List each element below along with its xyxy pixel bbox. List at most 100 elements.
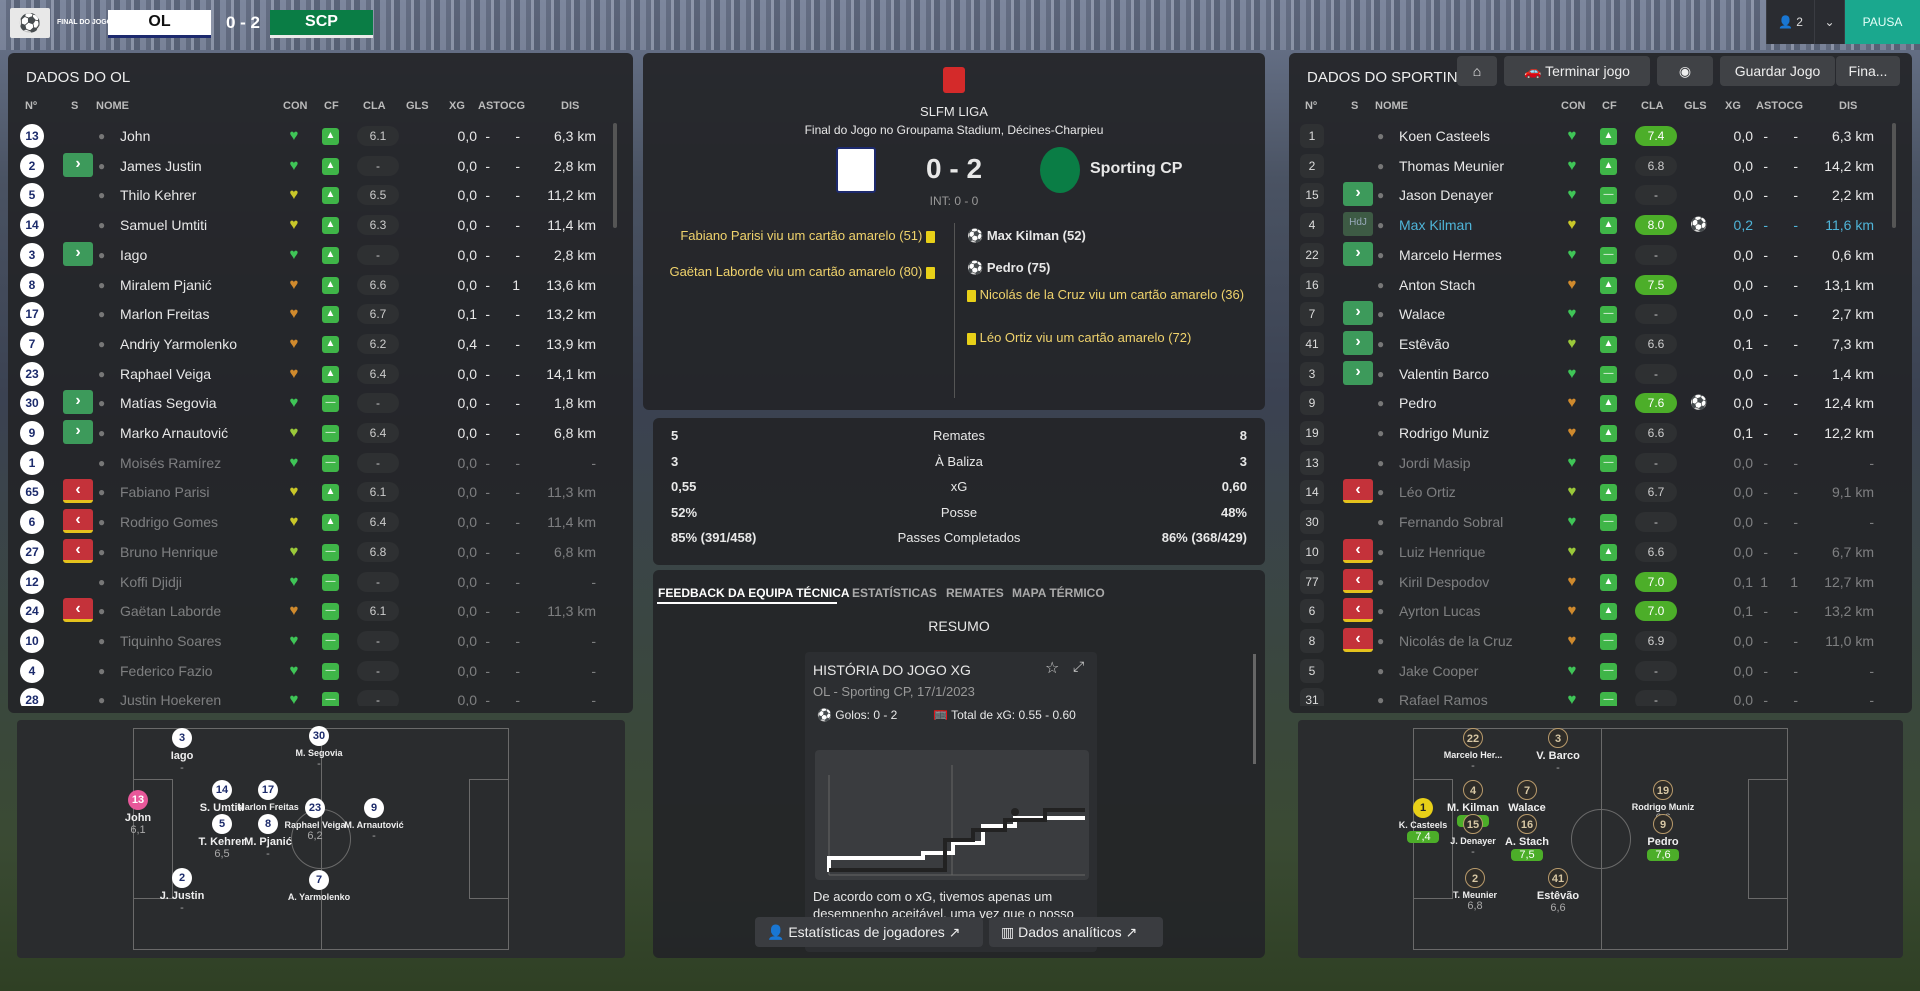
column-header-ocg[interactable]: OCG <box>1778 100 1803 112</box>
table-row[interactable]: 3 › ● Valentin Barco ♥ — -0,0- -1,4 km <box>1289 359 1912 389</box>
player-name[interactable]: Anton Stach <box>1399 277 1475 293</box>
player-name[interactable]: Miralem Pjanić <box>120 277 212 293</box>
table-row[interactable]: 28 ● Justin Hoekeren ♥ — -0,0- - - <box>8 685 633 706</box>
player-name[interactable]: John <box>120 128 150 144</box>
player-stats-button[interactable]: 👤 Estatísticas de jogadores ↗ <box>755 917 983 947</box>
player-name[interactable]: Rodrigo Muniz <box>1399 425 1489 441</box>
column-header-con[interactable]: CON <box>1561 100 1585 112</box>
player-name[interactable]: Fabiano Parisi <box>120 484 210 500</box>
player-name[interactable]: Nicolás de la Cruz <box>1399 633 1513 649</box>
table-row[interactable]: 7 ● Andriy Yarmolenko ♥ ▲ 6.2 0,4- -13,9 km <box>8 329 633 359</box>
expand-icon[interactable]: ⤢ <box>1073 658 1084 675</box>
player-name[interactable]: Marcelo Hermes <box>1399 247 1502 263</box>
table-row[interactable]: 65 ‹ ● Fabiano Parisi ♥ ▲ 6.1 0,0- -11,3 km <box>8 477 633 507</box>
column-header-ocg[interactable]: OCG <box>500 100 525 112</box>
table-row[interactable]: 10 ● Tiquinho Soares ♥ — -0,0- - - <box>8 626 633 656</box>
player-name[interactable]: Federico Fazio <box>120 663 213 679</box>
table-row[interactable]: 13 ● John ♥ ▲ 6.1 0,0- -6,3 km <box>8 121 633 151</box>
tab-statistics[interactable]: ESTATÍSTICAS <box>852 586 937 600</box>
column-header-con[interactable]: CON <box>283 100 307 112</box>
column-header-gls[interactable]: GLS <box>406 100 429 112</box>
column-header-cla[interactable]: CLA <box>1641 100 1664 112</box>
tab-shots[interactable]: REMATES <box>946 586 1004 600</box>
column-header-xg[interactable]: XG <box>1725 100 1741 112</box>
table-row[interactable]: 1 ● Moisés Ramírez ♥ — -0,0- - - <box>8 448 633 478</box>
player-name[interactable]: Rodrigo Gomes <box>120 514 218 530</box>
tab-heatmap[interactable]: MAPA TÉRMICO <box>1012 586 1105 600</box>
player-name[interactable]: Jordi Masip <box>1399 455 1471 471</box>
table-row[interactable]: 7 › ● Walace ♥ — -0,0- -2,7 km <box>1289 299 1912 329</box>
table-row[interactable]: 17 ● Marlon Freitas ♥ ▲ 6.7 0,1- -13,2 km <box>8 299 633 329</box>
player-name[interactable]: Valentin Barco <box>1399 366 1489 382</box>
users-button[interactable]: 👤 2 <box>1766 0 1814 44</box>
column-header-cla[interactable]: CLA <box>363 100 386 112</box>
column-header-gls[interactable]: GLS <box>1684 100 1707 112</box>
pitch-player[interactable]: 13 John 6,1 <box>93 790 183 836</box>
player-name[interactable]: Thilo Kehrer <box>120 187 196 203</box>
player-name[interactable]: Raphael Veiga <box>120 366 211 382</box>
player-name[interactable]: Iago <box>120 247 147 263</box>
player-name[interactable]: Rafael Ramos <box>1399 692 1488 706</box>
tab-feedback[interactable]: FEEDBACK DA EQUIPA TÉCNICA <box>658 586 850 600</box>
player-name[interactable]: Walace <box>1399 306 1445 322</box>
player-name[interactable]: Marlon Freitas <box>120 306 209 322</box>
pitch-player[interactable]: 16 A. Stach 7,5 <box>1482 814 1572 861</box>
table-row[interactable]: 31 ● Rafael Ramos ♥ — -0,0- - - <box>1289 685 1912 706</box>
player-name[interactable]: Tiquinho Soares <box>120 633 221 649</box>
table-scrollbar[interactable] <box>1892 123 1896 228</box>
column-header-cf[interactable]: CF <box>1602 100 1617 112</box>
table-row[interactable]: 15 › ● Jason Denayer ♥ — -0,0- -2,2 km <box>1289 180 1912 210</box>
pitch-player[interactable]: 3 V. Barco - <box>1513 728 1603 774</box>
table-row[interactable]: 9 ● Pedro ♥ ▲ 7.6 ⚽ 0,0- -12,4 km <box>1289 388 1912 418</box>
player-name[interactable]: Samuel Umtiti <box>120 217 207 233</box>
table-row[interactable]: 27 ‹ ● Bruno Henrique ♥ —6.8 0,0- -6,8 km <box>8 537 633 567</box>
column-header-ast[interactable]: AST <box>1756 100 1778 112</box>
column-header-ast[interactable]: AST <box>478 100 500 112</box>
pitch-player[interactable]: 7 A. Yarmolenko <box>274 870 364 902</box>
table-row[interactable]: 13 ● Jordi Masip ♥ — -0,0- - - <box>1289 448 1912 478</box>
player-name[interactable]: Pedro <box>1399 395 1436 411</box>
pitch-player[interactable]: 41 Estêvão 6,6 <box>1513 868 1603 914</box>
column-header-s[interactable]: S <box>71 100 78 112</box>
player-name[interactable]: Luiz Henrique <box>1399 544 1485 560</box>
column-header-no[interactable]: Nº <box>25 100 37 112</box>
table-row[interactable]: 22 › ● Marcelo Hermes ♥ — -0,0- -0,6 km <box>1289 240 1912 270</box>
table-row[interactable]: 2 › ● James Justin ♥ ▲ -0,0- -2,8 km <box>8 151 633 181</box>
player-name[interactable]: Gaëtan Laborde <box>120 603 221 619</box>
player-name[interactable]: Max Kilman <box>1399 217 1472 233</box>
table-row[interactable]: 3 › ● Iago ♥ ▲ -0,0- -2,8 km <box>8 240 633 270</box>
dropdown-button[interactable]: ⌄ <box>1814 0 1844 44</box>
pitch-player[interactable]: 2 J. Justin - <box>137 868 227 914</box>
player-name[interactable]: Andriy Yarmolenko <box>120 336 237 352</box>
player-name[interactable]: Matías Segovia <box>120 395 217 411</box>
table-row[interactable]: 4 ● Federico Fazio ♥ — -0,0- - - <box>8 656 633 686</box>
table-row[interactable]: 5 ● Thilo Kehrer ♥ ▲ 6.5 0,0- -11,2 km <box>8 180 633 210</box>
player-name[interactable]: Moisés Ramírez <box>120 455 221 471</box>
pause-button[interactable]: PAUSA <box>1844 0 1920 44</box>
column-header-name[interactable]: NOME <box>96 100 129 112</box>
player-name[interactable]: Ayrton Lucas <box>1399 603 1480 619</box>
column-header-dis[interactable]: DIS <box>561 100 579 112</box>
table-row[interactable]: 8 ● Miralem Pjanić ♥ ▲ 6.6 0,0- 1 13,6 km <box>8 270 633 300</box>
column-header-no[interactable]: Nº <box>1305 100 1317 112</box>
final-button[interactable]: Fina... <box>1836 56 1900 86</box>
column-header-s[interactable]: S <box>1351 100 1358 112</box>
save-game-button[interactable]: Guardar Jogo <box>1720 56 1835 86</box>
table-row[interactable]: 41 › ● Estêvão ♥ ▲ 6.6 0,1- -7,3 km <box>1289 329 1912 359</box>
table-row[interactable]: 12 ● Koffi Djidji ♥ — -0,0- - - <box>8 567 633 597</box>
table-row[interactable]: 10 ‹ ● Luiz Henrique ♥ ▲ 6.6 0,0- -6,7 km <box>1289 537 1912 567</box>
table-row[interactable]: 24 ‹ ● Gaëtan Laborde ♥ —6.1 0,0- -11,3 km <box>8 596 633 626</box>
player-name[interactable]: Marko Arnautović <box>120 425 228 441</box>
table-row[interactable]: 16 ● Anton Stach ♥ ▲ 7.5 0,0- -13,1 km <box>1289 270 1912 300</box>
player-name[interactable]: Fernando Sobral <box>1399 514 1503 530</box>
table-row[interactable]: 77 ‹ ● Kiril Despodov ♥ ▲ 7.0 0,1 1 1 12,7 km <box>1289 567 1912 597</box>
table-row[interactable]: 14 ‹ ● Léo Ortiz ♥ ▲ 6.7 0,0- -9,1 km <box>1289 477 1912 507</box>
column-header-dis[interactable]: DIS <box>1839 100 1857 112</box>
table-row[interactable]: 1 ● Koen Casteels ♥ ▲ 7.4 0,0- -6,3 km <box>1289 121 1912 151</box>
pitch-player[interactable]: 22 Marcelo Her... - <box>1428 728 1518 772</box>
record-button[interactable]: ◉ <box>1657 56 1713 86</box>
table-row[interactable]: 14 ● Samuel Umtiti ♥ ▲ 6.3 0,0- -11,4 km <box>8 210 633 240</box>
table-row[interactable]: 6 ‹ ● Ayrton Lucas ♥ ▲ 7.0 0,1- -13,2 km <box>1289 596 1912 626</box>
pitch-player[interactable]: 9 Pedro 7,6 <box>1618 814 1708 861</box>
player-name[interactable]: Thomas Meunier <box>1399 158 1504 174</box>
